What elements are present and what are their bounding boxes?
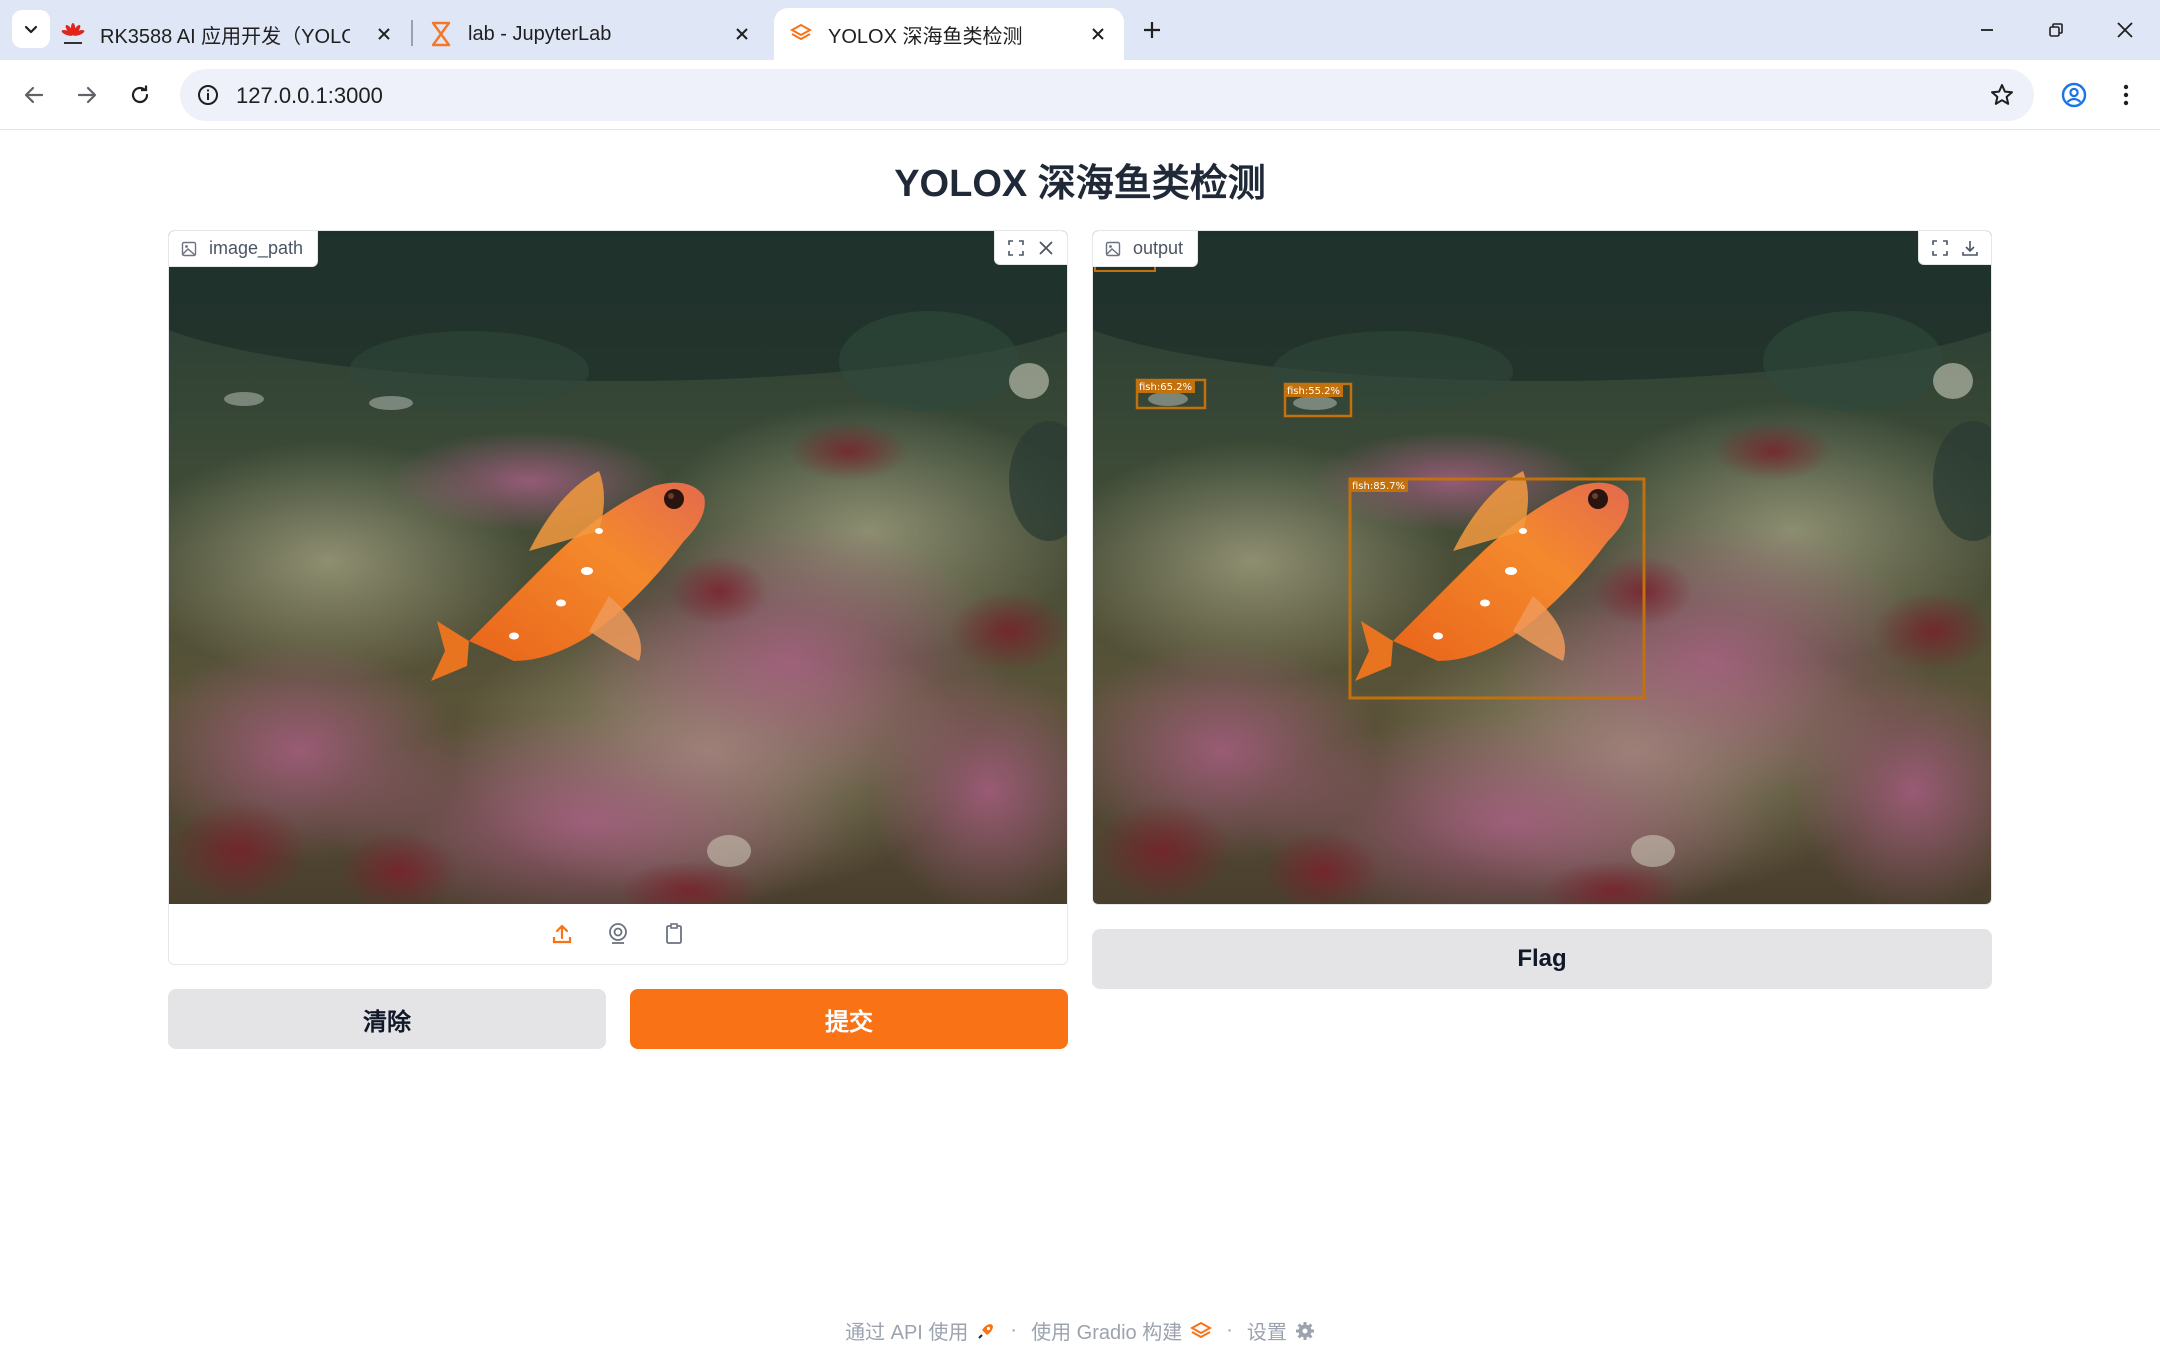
output-image-tools (1918, 231, 1991, 265)
clipboard-icon[interactable] (656, 916, 692, 952)
close-window-button[interactable] (2100, 10, 2150, 50)
more-vert-icon (2123, 84, 2129, 106)
image-icon (1105, 241, 1121, 257)
submit-button[interactable]: 提交 (630, 989, 1068, 1049)
detection-label: fish:85.7% (1352, 481, 1405, 492)
tab-title: lab - JupyterLab (468, 22, 612, 45)
output-image-label: output (1093, 231, 1199, 267)
browser-toolbar: 127.0.0.1:3000 (0, 60, 2160, 130)
reload-button[interactable] (118, 73, 162, 117)
minimize-button[interactable] (1962, 10, 2012, 50)
address-bar[interactable]: 127.0.0.1:3000 (180, 69, 2034, 121)
minimize-icon (1981, 29, 1993, 31)
huawei-icon (60, 21, 86, 47)
jupyter-icon (428, 21, 454, 47)
gradio-logo-icon (1190, 1321, 1213, 1338)
arrow-left-icon (24, 86, 44, 104)
download-icon[interactable] (1955, 233, 1985, 263)
restore-icon (2049, 23, 2063, 37)
arrow-right-icon (77, 86, 97, 104)
tab-strip: RK3588 AI 应用开发（YOLOX lab - JupyterLab YO… (0, 0, 2160, 60)
input-image-label: image_path (169, 231, 319, 267)
flag-button[interactable]: Flag (1092, 929, 1992, 989)
upload-source-bar (169, 904, 1067, 964)
chevron-down-icon (24, 25, 38, 34)
detection-label: fish:55.2% (1287, 386, 1340, 397)
output-image-label-text: output (1133, 238, 1184, 258)
settings-link-label: 设置 (1246, 1322, 1287, 1344)
detection-label: fish:65.2% (1139, 382, 1192, 393)
input-image-tools (994, 231, 1067, 265)
bookmark-star-icon[interactable] (1986, 79, 2018, 111)
input-image-panel[interactable]: image_path (168, 230, 1068, 965)
settings-link[interactable]: 设置 (1247, 1316, 1315, 1345)
tab-yolox[interactable]: YOLOX 深海鱼类检测 (774, 8, 1124, 60)
rocket-icon (978, 1323, 994, 1339)
restore-button[interactable] (2031, 10, 2081, 50)
page-title: YOLOX 深海鱼类检测 (894, 163, 1266, 205)
footer-separator: · (1226, 1319, 1233, 1341)
gear-icon (1295, 1321, 1314, 1340)
clear-image-icon[interactable] (1031, 233, 1061, 263)
output-image-panel[interactable]: output fish:65.2% fish:55.2% fish:85.7% (1092, 230, 1992, 905)
gradio-icon (788, 21, 814, 47)
webcam-icon[interactable] (600, 916, 636, 952)
tab-title: YOLOX 深海鱼类检测 (828, 25, 1023, 48)
output-image: fish:65.2% fish:55.2% fish:85.7% (1093, 231, 1991, 904)
close-icon[interactable] (730, 22, 754, 46)
tab-separator (411, 20, 413, 46)
upload-icon[interactable] (544, 916, 580, 952)
account-icon (2061, 82, 2087, 108)
fullscreen-icon[interactable] (1001, 233, 1031, 263)
tab-rk3588[interactable]: RK3588 AI 应用开发（YOLOX (60, 8, 410, 60)
reload-icon (131, 85, 149, 104)
footer-separator: · (1010, 1319, 1018, 1341)
close-icon[interactable] (372, 22, 396, 46)
close-icon (2117, 22, 2133, 38)
plus-icon (1144, 22, 1160, 38)
back-button[interactable] (12, 73, 56, 117)
menu-button[interactable] (2104, 73, 2148, 117)
tab-jupyterlab[interactable]: lab - JupyterLab (428, 8, 768, 60)
forward-button[interactable] (65, 73, 109, 117)
input-image-label-text: image_path (209, 238, 304, 258)
image-icon (181, 241, 197, 257)
footer: 通过 API 使用 · 使用 Gradio 构建 · 设置 (0, 1316, 2160, 1345)
api-link[interactable]: 通过 API 使用 (845, 1316, 996, 1345)
clear-button[interactable]: 清除 (168, 989, 606, 1049)
fullscreen-icon[interactable] (1925, 233, 1955, 263)
new-tab-button[interactable] (1134, 12, 1170, 48)
gradio-link-label: 使用 Gradio 构建 (1031, 1322, 1183, 1344)
site-info-icon[interactable] (190, 77, 226, 113)
url-text[interactable]: 127.0.0.1:3000 (236, 83, 383, 109)
close-icon[interactable] (1086, 22, 1110, 46)
input-image (169, 231, 1067, 904)
tab-search-button[interactable] (12, 10, 50, 48)
tab-title: RK3588 AI 应用开发（YOLOX (100, 25, 350, 48)
api-link-label: 通过 API 使用 (845, 1322, 969, 1344)
gradio-link[interactable]: 使用 Gradio 构建 (1031, 1316, 1213, 1345)
profile-button[interactable] (2052, 73, 2096, 117)
